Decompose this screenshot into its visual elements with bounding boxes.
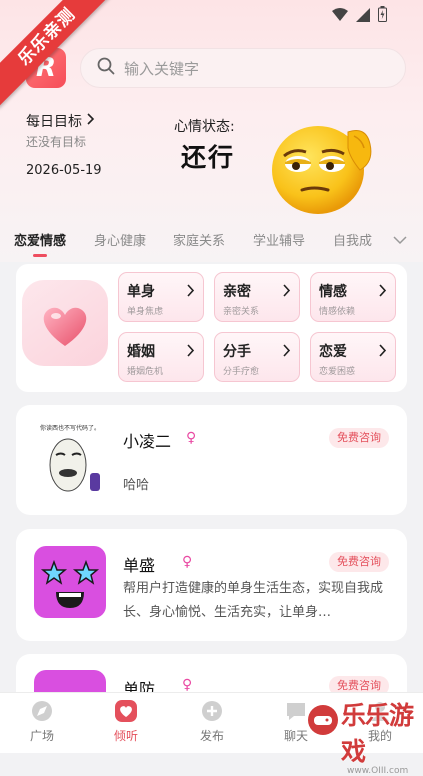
compass-icon xyxy=(30,699,54,723)
category-marriage[interactable]: 婚姻 婚姻危机 xyxy=(118,332,204,382)
category-intimacy[interactable]: 亲密 亲密关系 xyxy=(214,272,300,322)
heart-icon xyxy=(22,280,108,366)
category-title: 亲密 xyxy=(223,284,251,300)
nav-publish[interactable]: 发布 xyxy=(182,699,242,744)
nav-label: 倾听 xyxy=(113,729,138,743)
category-subtitle: 单身焦虑 xyxy=(127,307,164,317)
daily-goal-date: 2026-05-19 xyxy=(26,163,102,178)
watermark-url: www.OIII.com xyxy=(347,766,409,776)
female-icon: ♀ xyxy=(182,677,193,693)
category-subtitle: 情感依赖 xyxy=(319,307,356,317)
wifi-icon xyxy=(332,7,348,26)
category-title: 分手 xyxy=(223,344,251,360)
category-title: 单身 xyxy=(127,284,155,300)
mood-label: 心情状态: xyxy=(174,119,235,135)
avatar: 你读西也不写代码了。 xyxy=(34,421,106,493)
category-subtitle: 恋爱困惑 xyxy=(319,367,356,377)
tab-romance[interactable]: 恋爱情感 xyxy=(14,230,66,249)
daily-goal-link[interactable]: 每日目标 xyxy=(26,111,96,131)
consultant-card[interactable]: 单盛 ♀ 免费咨询 帮用户打造健康的单身生活生态，实现自我成长、身心愉悦、生活充… xyxy=(16,529,407,641)
tab-health[interactable]: 身心健康 xyxy=(94,230,146,249)
nav-label: 发布 xyxy=(199,729,224,743)
search-icon xyxy=(97,57,115,79)
tab-family[interactable]: 家庭关系 xyxy=(173,230,225,249)
daily-goal-subtitle: 还没有目标 xyxy=(26,135,87,149)
chat-icon xyxy=(284,699,308,723)
female-icon: ♀ xyxy=(186,430,197,446)
category-title: 婚姻 xyxy=(127,344,155,360)
chevron-right-icon xyxy=(282,342,291,361)
tab-indicator xyxy=(33,254,47,257)
category-title: 情感 xyxy=(319,284,347,300)
nav-listen[interactable]: 倾听 xyxy=(96,699,156,744)
chevron-right-icon xyxy=(378,342,387,361)
plus-icon xyxy=(200,699,224,723)
chevron-right-icon xyxy=(282,282,291,301)
watermark: 乐乐游戏 www.OIII.com xyxy=(307,696,419,776)
tab-growth[interactable]: 自我成 xyxy=(333,230,372,249)
category-tabs: 恋爱情感 身心健康 家庭关系 学业辅导 自我成 xyxy=(0,226,423,260)
chevron-right-icon xyxy=(378,282,387,301)
category-panel: 单身 单身焦虑 亲密 亲密关系 情感 情感依赖 婚姻 婚姻危机 分手 分手疗愈 … xyxy=(16,264,407,392)
category-emotion[interactable]: 情感 情感依赖 xyxy=(310,272,396,322)
avatar-caption: 你读西也不写代码了。 xyxy=(40,424,100,432)
consultant-description: 哈哈 xyxy=(123,478,150,493)
category-subtitle: 亲密关系 xyxy=(223,307,260,317)
category-title: 恋爱 xyxy=(319,344,347,360)
signal-icon xyxy=(356,7,370,26)
battery-icon xyxy=(378,6,387,26)
category-single[interactable]: 单身 单身焦虑 xyxy=(118,272,204,322)
search-placeholder: 输入关键字 xyxy=(124,59,200,78)
consultant-name: 小凌二 xyxy=(123,432,172,451)
heart-icon xyxy=(114,699,138,723)
consultant-card[interactable]: 你读西也不写代码了。 小凌二 ♀ 免费咨询 哈哈 xyxy=(16,405,407,515)
nav-label: 广场 xyxy=(29,729,54,743)
category-love[interactable]: 恋爱 恋爱困惑 xyxy=(310,332,396,382)
tab-study[interactable]: 学业辅导 xyxy=(253,230,305,249)
chevron-right-icon xyxy=(186,342,195,361)
watermark-text: 乐乐游戏 xyxy=(341,701,414,766)
avatar xyxy=(34,546,106,618)
chevron-right-icon xyxy=(186,282,195,301)
consultant-description: 帮用户打造健康的单身生活生态，实现自我成长、身心愉悦、生活充实，让单身… xyxy=(123,581,384,620)
daily-goal-title: 每日目标 xyxy=(26,114,82,130)
female-icon: ♀ xyxy=(182,554,193,570)
free-consult-badge[interactable]: 免费咨询 xyxy=(329,428,389,448)
chevron-right-icon xyxy=(86,113,96,129)
search-input[interactable]: 输入关键字 xyxy=(80,48,406,88)
nav-plaza[interactable]: 广场 xyxy=(12,699,72,744)
category-subtitle: 婚姻危机 xyxy=(127,367,164,377)
category-breakup[interactable]: 分手 分手疗愈 xyxy=(214,332,300,382)
free-consult-badge[interactable]: 免费咨询 xyxy=(329,552,389,572)
category-subtitle: 分手疗愈 xyxy=(223,367,260,377)
mood-value: 还行 xyxy=(181,143,236,172)
gamepad-logo-icon xyxy=(308,705,338,735)
consultant-name: 单盛 xyxy=(123,556,156,575)
mood-emoji-icon[interactable] xyxy=(270,118,374,218)
chevron-down-icon[interactable] xyxy=(393,230,407,249)
